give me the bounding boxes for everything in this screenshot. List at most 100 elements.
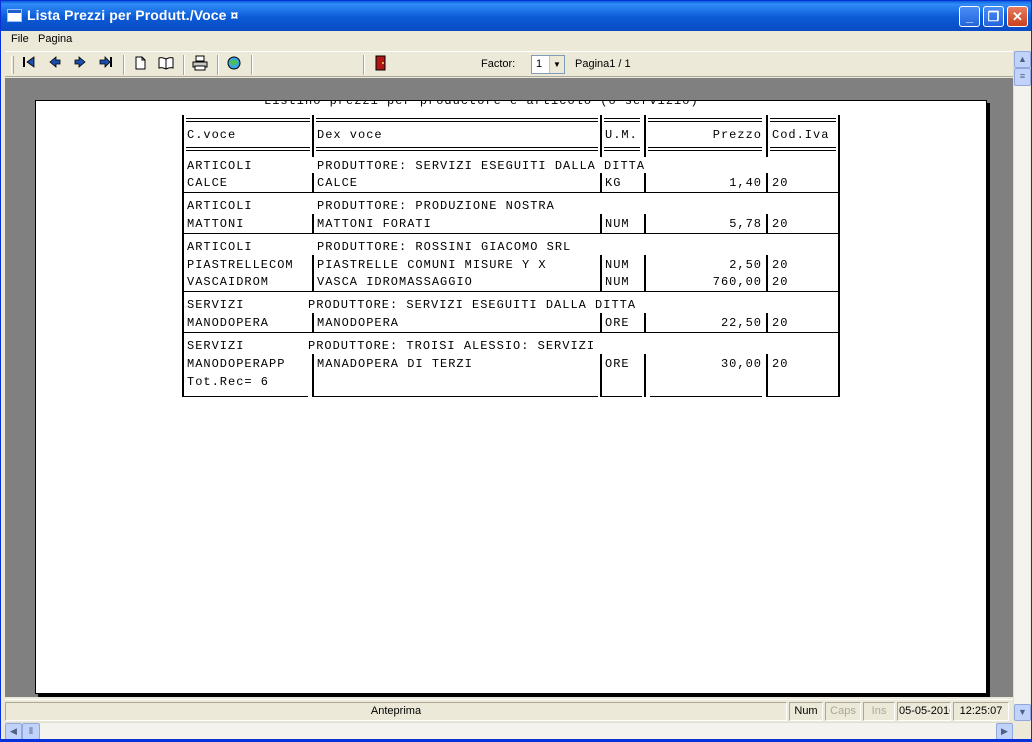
toolbar-grip[interactable] <box>11 56 14 74</box>
horizontal-scroll-thumb[interactable]: ⦀ <box>22 723 40 740</box>
column-border <box>312 173 314 193</box>
status-caps-lock: Caps <box>825 702 861 721</box>
factor-dropdown[interactable]: 1 ▼ <box>531 55 565 74</box>
prev-page-icon[interactable] <box>45 55 65 75</box>
column-header-code: C.voce <box>187 128 237 142</box>
group-category: SERVIZI <box>187 339 245 353</box>
print-icon[interactable] <box>190 55 210 75</box>
header-top-rule <box>316 118 598 122</box>
toolbar-separator <box>363 55 365 75</box>
column-header-price: Prezzo <box>712 128 762 142</box>
item-description: PIASTRELLE COMUNI MISURE Y X <box>317 258 547 272</box>
status-mode: Anteprima <box>5 702 787 721</box>
item-unit: NUM <box>605 217 630 231</box>
window-title: Lista Prezzi per Produtt./Voce ¤ <box>27 7 239 23</box>
price-list-report: Listino prezzi per productore e articolo… <box>36 100 986 693</box>
window-app-icon[interactable] <box>7 9 22 22</box>
export-icon[interactable] <box>224 55 244 75</box>
item-vat: 20 <box>772 258 789 272</box>
scroll-right-icon[interactable]: ▶ <box>996 723 1013 740</box>
item-code: MANODOPERA <box>187 316 270 330</box>
exit-door-icon[interactable] <box>370 55 390 75</box>
scroll-up-icon[interactable]: ▲ <box>1014 51 1031 68</box>
item-vat: 20 <box>772 217 789 231</box>
item-vat: 20 <box>772 275 789 289</box>
print-preview-area[interactable]: Listino prezzi per productore e articolo… <box>5 78 1013 697</box>
group-producer: PRODUTTORE: TROISI ALESSIO: SERVIZI <box>308 339 596 353</box>
column-border <box>600 214 602 234</box>
vertical-scrollbar[interactable]: ▲ ≡ ▼ <box>1013 51 1031 721</box>
item-unit: NUM <box>605 275 630 289</box>
factor-value: 1 <box>536 58 543 70</box>
next-page-icon[interactable] <box>70 55 90 75</box>
item-code: MANODOPERAPP <box>187 357 286 371</box>
column-border <box>312 354 314 397</box>
item-vat: 20 <box>772 176 789 190</box>
item-description: CALCE <box>317 176 359 190</box>
column-border <box>312 214 314 234</box>
item-description: MATTONI FORATI <box>317 217 432 231</box>
status-time: 12:25:07 <box>953 702 1009 721</box>
group-producer: PRODUTTORE: ROSSINI GIACOMO SRL <box>317 240 572 254</box>
column-header-unit: U.M. <box>605 128 638 142</box>
column-header-description: Dex voce <box>317 128 383 142</box>
horizontal-scrollbar[interactable]: ◀ ⦀ ▶ <box>5 722 1013 740</box>
toolbar-separator <box>251 55 253 75</box>
item-description: MANADOPERA DI TERZI <box>317 357 473 371</box>
item-unit: ORE <box>605 316 630 330</box>
column-border <box>766 354 768 397</box>
scroll-left-icon[interactable]: ◀ <box>5 723 22 740</box>
header-top-rule <box>186 118 310 122</box>
column-border <box>182 157 184 397</box>
group-producer: PRODUTTORE: PRODUZIONE NOSTRA <box>317 199 555 213</box>
header-top-rule <box>770 118 836 122</box>
column-border <box>644 173 646 193</box>
item-price: 22,50 <box>720 316 762 330</box>
header-bottom-rule <box>186 147 310 151</box>
column-border <box>838 157 840 397</box>
header-bottom-rule <box>604 147 640 151</box>
column-border <box>766 173 768 193</box>
application-window: Lista Prezzi per Produtt./Voce ¤ _ ❐ ✕ F… <box>0 0 1032 742</box>
group-category: ARTICOLI <box>187 240 253 254</box>
column-border <box>766 115 768 157</box>
table-bottom-rule <box>650 396 762 397</box>
report-title: Listino prezzi per productore e articolo… <box>264 100 699 108</box>
status-insert: Ins <box>863 702 895 721</box>
menu-bar: File Pagina <box>1 31 1031 50</box>
menu-pagina[interactable]: Pagina <box>38 33 72 45</box>
group-divider <box>182 233 840 234</box>
item-description: MANODOPERA <box>317 316 400 330</box>
column-border <box>766 255 768 292</box>
item-description: VASCA IDROMASSAGGIO <box>317 275 473 289</box>
title-bar[interactable]: Lista Prezzi per Produtt./Voce ¤ _ ❐ ✕ <box>1 1 1031 31</box>
chevron-down-icon[interactable]: ▼ <box>549 56 564 73</box>
group-divider <box>182 332 840 333</box>
close-button[interactable]: ✕ <box>1007 6 1028 27</box>
column-border <box>644 214 646 234</box>
table-bottom-rule <box>768 396 838 397</box>
column-border <box>312 255 314 292</box>
toolbar: Factor: 1 ▼ Pagina1 / 1 <box>5 51 1013 77</box>
group-divider <box>182 192 840 193</box>
minimize-button[interactable]: _ <box>959 6 980 27</box>
column-border <box>182 115 184 157</box>
maximize-button[interactable]: ❐ <box>983 6 1004 27</box>
vertical-scroll-thumb[interactable]: ≡ <box>1014 68 1031 86</box>
column-border <box>600 255 602 292</box>
column-border <box>644 313 646 333</box>
report-page: Listino prezzi per productore e articolo… <box>35 100 987 694</box>
table-bottom-rule <box>314 396 598 397</box>
item-vat: 20 <box>772 357 789 371</box>
scroll-down-icon[interactable]: ▼ <box>1014 704 1031 721</box>
two-pages-icon[interactable] <box>156 55 176 75</box>
single-page-icon[interactable] <box>130 55 150 75</box>
page-indicator: Pagina1 / 1 <box>575 58 631 70</box>
table-bottom-rule <box>602 396 642 397</box>
last-page-icon[interactable] <box>96 55 116 75</box>
first-page-icon[interactable] <box>19 55 39 75</box>
item-price: 30,00 <box>720 357 762 371</box>
table-bottom-rule <box>182 396 308 397</box>
menu-file[interactable]: File <box>11 33 29 45</box>
column-header-vat: Cod.Iva <box>772 128 830 142</box>
